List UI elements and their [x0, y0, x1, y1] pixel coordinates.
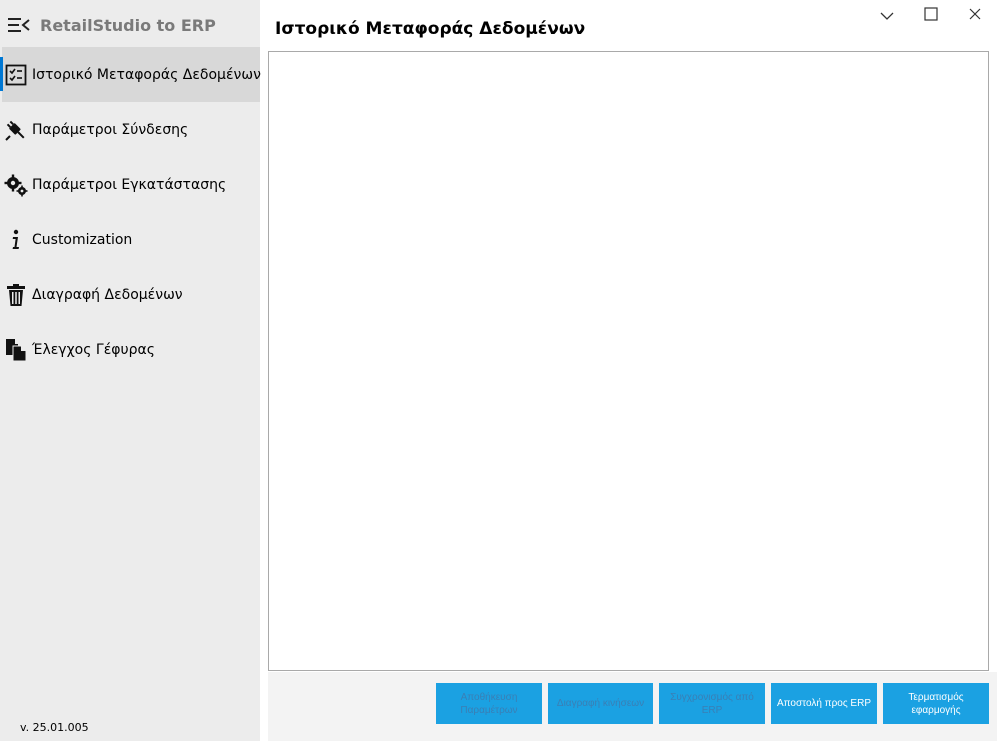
app-window: RetailStudio to ERP Ιστορικό Μεταφοράς Δ… [0, 0, 997, 741]
checklist-icon [4, 63, 28, 87]
window-controls [865, 0, 997, 30]
trash-icon [4, 283, 28, 307]
send-to-erp-button[interactable]: Αποστολή προς ERP [771, 683, 877, 724]
version-label: v. 25.01.005 [20, 721, 89, 734]
sidebar-nav: Ιστορικό Μεταφοράς Δεδομένων Παράμετροι … [0, 47, 261, 377]
sync-from-erp-button[interactable]: Συγχρονισμός από ERP [659, 683, 765, 724]
maximize-icon [924, 6, 938, 25]
sidebar-item-transfer-history[interactable]: Ιστορικό Μεταφοράς Δεδομένων [0, 47, 261, 102]
sidebar-item-label: Έλεγχος Γέφυρας [32, 341, 155, 358]
minimize-button[interactable] [865, 0, 909, 30]
sidebar-item-label: Παράμετροι Εγκατάστασης [32, 176, 227, 193]
sidebar-item-install-parameters[interactable]: Παράμετροι Εγκατάστασης [0, 157, 260, 212]
sidebar: RetailStudio to ERP Ιστορικό Μεταφοράς Δ… [0, 0, 261, 741]
exit-application-button[interactable]: Τερματισμός εφαρμογής [883, 683, 989, 724]
sidebar-header: RetailStudio to ERP [0, 6, 260, 44]
sidebar-item-customization[interactable]: Customization [0, 212, 260, 267]
close-button[interactable] [953, 0, 997, 30]
save-parameters-button[interactable]: Αποθήκευση Παραμέτρων [436, 683, 542, 724]
sidebar-item-label: Διαγραφή Δεδομένων [32, 286, 183, 303]
app-title: RetailStudio to ERP [40, 15, 216, 35]
maximize-button[interactable] [909, 0, 953, 30]
collapse-menu-icon[interactable] [8, 16, 30, 34]
sidebar-item-connection-parameters[interactable]: Παράμετροι Σύνδεσης [0, 102, 260, 157]
history-content-panel [268, 51, 989, 671]
sidebar-item-label: Παράμετροι Σύνδεσης [32, 121, 189, 138]
sidebar-item-delete-data[interactable]: Διαγραφή Δεδομένων [0, 267, 260, 322]
sidebar-item-label: Ιστορικό Μεταφοράς Δεδομένων [32, 66, 261, 83]
info-icon [4, 228, 28, 252]
plug-icon [4, 118, 28, 142]
chevron-down-icon [880, 6, 894, 25]
sidebar-item-bridge-check[interactable]: Έλεγχος Γέφυρας [0, 322, 260, 377]
gears-icon [4, 173, 28, 197]
delete-transactions-button[interactable]: Διαγραφή κινήσεων [548, 683, 653, 724]
close-icon [968, 6, 982, 25]
documents-icon [4, 338, 28, 362]
page-title: Ιστορικό Μεταφοράς Δεδομένων [275, 19, 586, 39]
sidebar-item-label: Customization [32, 231, 133, 248]
